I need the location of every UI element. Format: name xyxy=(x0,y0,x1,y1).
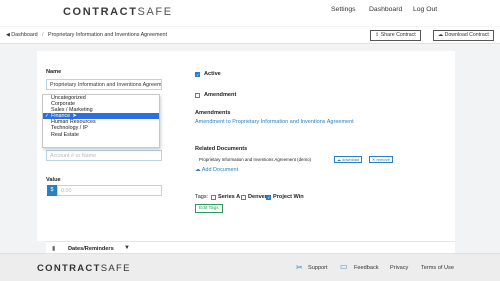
document-download-button[interactable]: ☁ download xyxy=(334,156,363,163)
account-input[interactable]: Account # or Name xyxy=(46,150,162,161)
category-option[interactable]: Real Estate xyxy=(43,132,159,138)
dates-reminders-label: Dates/Reminders xyxy=(68,246,114,252)
cloud-upload-icon: ☁ xyxy=(195,167,202,173)
tag-checkbox-denver[interactable] xyxy=(241,195,246,200)
document-download-label: download xyxy=(342,157,360,162)
tag-checkbox-project-win[interactable] xyxy=(266,195,271,200)
breadcrumb-separator: / xyxy=(42,32,44,38)
footer-brand-secondary: SAFE xyxy=(100,263,131,274)
footer-feedback-link[interactable]: Feedback xyxy=(354,265,379,271)
document-remove-button[interactable]: ✕ remove xyxy=(369,156,393,163)
mouse-cursor-icon: ➤ xyxy=(72,113,77,120)
value-input[interactable]: 0.00 xyxy=(57,185,162,196)
share-contract-label: Share Contract xyxy=(380,32,416,38)
category-option-selected-label: Finance xyxy=(51,113,71,120)
support-icon: ✂ xyxy=(296,263,303,272)
breadcrumb-home[interactable]: ◀ Dashboard xyxy=(6,32,38,38)
add-document-label: Add Document xyxy=(201,167,239,173)
category-dropdown[interactable]: Uncategorized Corporate Sales / Marketin… xyxy=(42,94,160,148)
tag-label-denver: Denver xyxy=(248,194,267,200)
brand-name-secondary: SAFE xyxy=(137,6,173,18)
breadcrumb-home-label: Dashboard xyxy=(11,32,38,38)
amendment-label: Amendment xyxy=(204,92,237,98)
share-contract-button[interactable]: ⇪ Share Contract xyxy=(370,30,421,41)
footer-privacy-link[interactable]: Privacy xyxy=(390,265,408,271)
chevron-down-icon: ▼ xyxy=(124,245,130,251)
download-contract-button[interactable]: ☁ Download Contract xyxy=(433,30,494,41)
tag-label-series-a: Series A xyxy=(218,194,241,200)
tag-label-project-win: Project Win xyxy=(273,194,304,200)
breadcrumb-current: Proprietary Information and Inventions A… xyxy=(48,32,167,38)
add-document-button[interactable]: ☁ Add Document xyxy=(195,167,238,173)
active-checkbox[interactable] xyxy=(195,72,200,77)
name-input[interactable]: Proprietary Information and Inventions A… xyxy=(46,79,162,90)
breadcrumb: ◀ Dashboard / Proprietary Information an… xyxy=(0,27,500,44)
nav-logout[interactable]: Log Out xyxy=(413,6,437,13)
document-remove-label: remove xyxy=(376,157,390,162)
amendment-link[interactable]: Amendment to Proprietary Information and… xyxy=(195,119,354,125)
nav-dashboard[interactable]: Dashboard xyxy=(369,6,402,13)
brand-name-main: CONTRACT xyxy=(63,6,138,18)
currency-symbol: $ xyxy=(47,185,57,196)
amendment-checkbox[interactable] xyxy=(195,93,200,98)
active-label: Active xyxy=(204,71,221,77)
download-contract-label: Download Contract xyxy=(444,32,489,38)
value-label: Value xyxy=(46,177,61,183)
edit-tags-button[interactable]: Edit Tags xyxy=(195,204,223,213)
top-header: CONTRACTSAFE Settings Dashboard Log Out xyxy=(0,0,500,26)
brand-logo[interactable]: CONTRACTSAFE xyxy=(63,6,173,18)
tag-checkbox-series-a[interactable] xyxy=(211,195,216,200)
amendments-label: Amendments xyxy=(195,110,231,116)
footer-support-link[interactable]: Support xyxy=(308,265,328,271)
footer-logo[interactable]: CONTRACTSAFE xyxy=(37,263,131,274)
related-document-name[interactable]: Proprietary Information and Inventions A… xyxy=(199,157,311,162)
footer-terms-link[interactable]: Terms of Use xyxy=(421,265,454,271)
footer-brand-main: CONTRACT xyxy=(37,263,101,274)
related-documents-label: Related Documents xyxy=(195,146,248,152)
bell-icon: ▮ xyxy=(52,246,56,252)
name-label: Name xyxy=(46,69,62,75)
tags-label: Tags: xyxy=(195,194,209,200)
footer: CONTRACTSAFE ✂ Support ▭ Feedback Privac… xyxy=(0,253,500,281)
feedback-icon: ▭ xyxy=(340,262,348,271)
cloud-download-icon: ☁ xyxy=(438,32,445,38)
nav-settings[interactable]: Settings xyxy=(331,6,356,13)
